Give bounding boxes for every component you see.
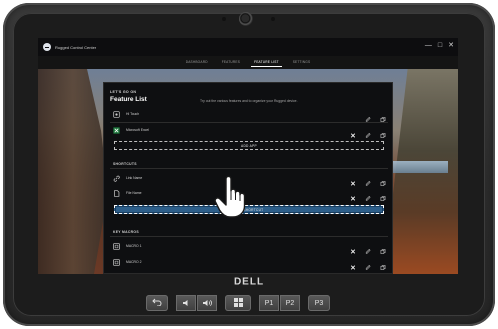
link-icon — [113, 175, 120, 182]
list-item-label: Microsoft Excel — [126, 128, 149, 132]
copy-icon[interactable] — [380, 126, 386, 138]
p2-button[interactable]: P2 — [280, 295, 300, 311]
edit-icon[interactable] — [365, 110, 371, 122]
list-item-label: MACRO 1 — [126, 244, 142, 248]
close-icon[interactable] — [350, 189, 356, 201]
tab-feature-list[interactable]: FEATURE LIST — [251, 56, 282, 69]
copy-icon[interactable] — [380, 174, 386, 186]
divider — [110, 168, 388, 169]
close-icon[interactable] — [350, 174, 356, 186]
macro-icon — [113, 258, 120, 266]
hand-pointer-icon — [214, 175, 246, 218]
windows-logo-icon — [233, 297, 243, 309]
edit-icon[interactable] — [365, 258, 371, 270]
svg-text:DELL: DELL — [234, 277, 264, 287]
volume-down-icon — [182, 300, 187, 306]
copy-icon[interactable] — [380, 242, 386, 254]
light-sensor — [222, 17, 226, 21]
edit-icon[interactable] — [365, 242, 371, 254]
divider — [110, 236, 388, 237]
dell-logo: DELL — [234, 277, 264, 287]
add-app-button[interactable]: ADD APP — [114, 141, 384, 150]
close-icon[interactable] — [350, 242, 356, 254]
hardware-button-bar: P1 P2 P3 — [146, 295, 330, 311]
close-button[interactable]: ✕ — [448, 41, 454, 51]
tab-settings[interactable]: SETTINGS — [290, 56, 314, 69]
tab-features[interactable]: FEATURES — [219, 56, 243, 69]
programmable-buttons: P1 P2 — [259, 295, 300, 311]
maximize-button[interactable]: □ — [438, 41, 442, 51]
p1-button[interactable]: P1 — [259, 295, 279, 311]
list-item[interactable]: MACRO 1 — [110, 239, 388, 254]
list-item-label: Hi Touch — [126, 112, 140, 116]
list-item[interactable]: Hi Touch — [110, 107, 388, 122]
app-logo-icon — [43, 43, 51, 51]
window-title: Rugged Control Center — [55, 44, 97, 50]
desktop-background: LET'S GO ON Feature List Try out the var… — [38, 69, 458, 274]
background-water — [393, 161, 448, 173]
background-cliff-left — [38, 69, 108, 274]
copy-icon[interactable] — [380, 110, 386, 122]
panel-eyebrow: LET'S GO ON — [110, 90, 137, 94]
edit-icon[interactable] — [365, 174, 371, 186]
copy-icon[interactable] — [380, 189, 386, 201]
list-item-label: Link Name — [126, 176, 143, 180]
p3-button[interactable]: P3 — [308, 295, 330, 311]
section-label-key-macros: KEY MACROS — [113, 230, 139, 234]
back-arrow-icon — [152, 298, 162, 308]
edit-icon[interactable] — [365, 126, 371, 138]
file-icon — [113, 189, 120, 197]
page-title: Feature List — [110, 96, 147, 103]
tablet-screen: Rugged Control Center — □ ✕ DASHBOARD FE… — [38, 38, 458, 274]
window-titlebar: Rugged Control Center — □ ✕ — [38, 38, 458, 56]
front-camera — [239, 12, 253, 26]
volume-up-button[interactable] — [197, 295, 217, 311]
close-icon[interactable] — [350, 258, 356, 270]
volume-down-button[interactable] — [176, 295, 196, 311]
volume-rocker — [176, 295, 217, 311]
window-controls: — □ ✕ — [425, 41, 454, 51]
panel-description: Try out the various features and to orga… — [200, 99, 298, 103]
tab-bar: DASHBOARD FEATURES FEATURE LIST SETTINGS — [38, 56, 458, 69]
copy-icon[interactable] — [380, 258, 386, 270]
edit-icon[interactable] — [365, 189, 371, 201]
section-label-shortcuts: SHORTCUTS — [113, 162, 137, 166]
windows-button[interactable] — [225, 295, 251, 311]
list-item-label: MACRO 2 — [126, 260, 142, 264]
list-item[interactable]: MACRO 2 — [110, 255, 388, 270]
tab-dashboard[interactable]: DASHBOARD — [183, 56, 211, 69]
back-button[interactable] — [146, 295, 168, 311]
list-item-label: File Name — [126, 191, 142, 195]
macro-icon — [113, 242, 120, 250]
touch-icon — [113, 110, 120, 118]
excel-icon — [113, 126, 120, 134]
proximity-sensor — [271, 17, 275, 21]
list-item[interactable]: Microsoft Excel — [110, 123, 388, 138]
close-icon[interactable] — [350, 126, 356, 138]
volume-up-icon — [203, 299, 212, 307]
minimize-button[interactable]: — — [425, 41, 432, 51]
